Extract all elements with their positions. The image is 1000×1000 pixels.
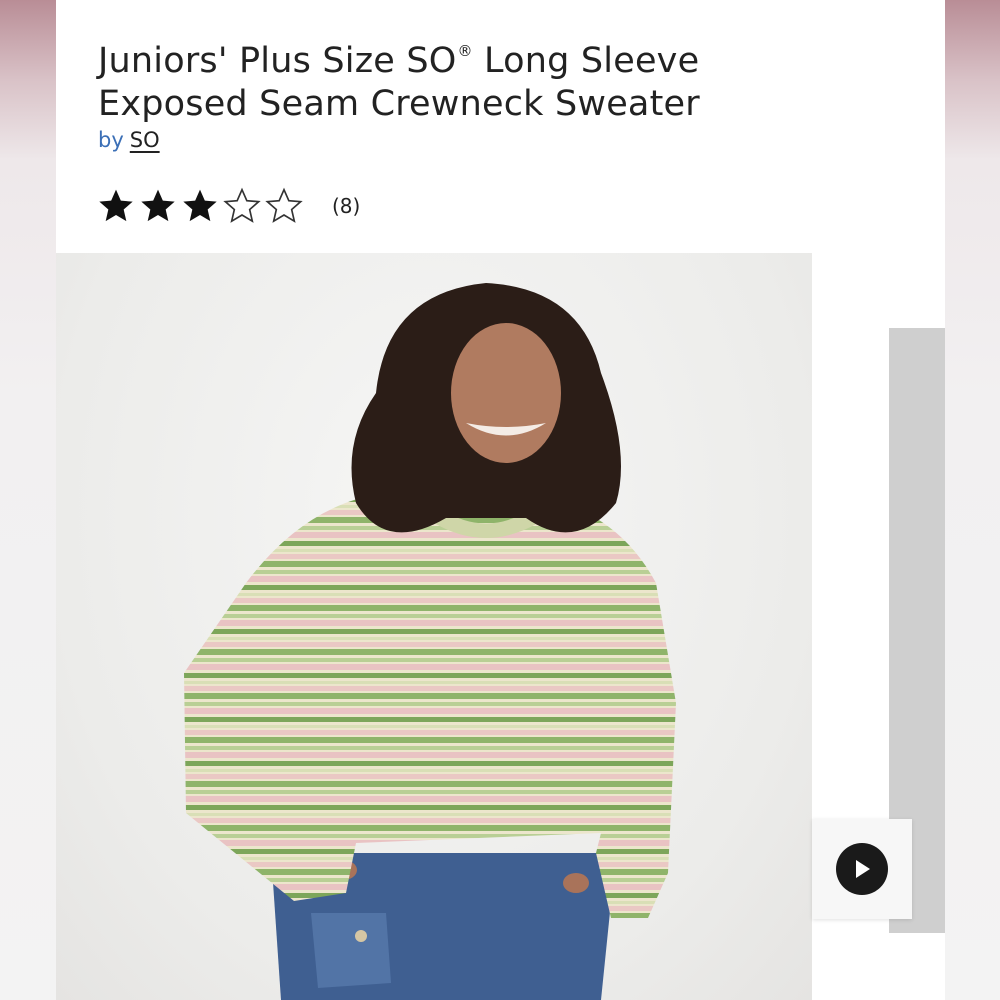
product-title-main: Juniors' Plus Size SO <box>98 41 457 81</box>
star-filled-icon <box>183 189 217 222</box>
play-triangle-icon <box>856 860 870 878</box>
registered-mark: ® <box>457 42 473 60</box>
product-image[interactable] <box>56 253 812 1000</box>
brand-link[interactable]: SO <box>130 128 160 152</box>
play-video-button[interactable] <box>812 819 912 919</box>
product-page: Juniors' Plus Size SO® Long Sleeve Expos… <box>56 0 945 1000</box>
star-filled-icon <box>141 189 175 222</box>
review-count[interactable]: (8) <box>332 194 360 218</box>
by-label: by <box>98 128 124 152</box>
star-filled-icon <box>99 189 133 222</box>
product-title: Juniors' Plus Size SO® Long Sleeve Expos… <box>98 30 858 126</box>
brand-byline: by SO <box>98 128 160 152</box>
star-empty-icon <box>223 187 261 223</box>
star-empty-icon <box>265 187 303 223</box>
rating-row[interactable]: (8) <box>96 186 360 226</box>
model-photo <box>184 283 676 1000</box>
play-icon <box>836 843 888 895</box>
